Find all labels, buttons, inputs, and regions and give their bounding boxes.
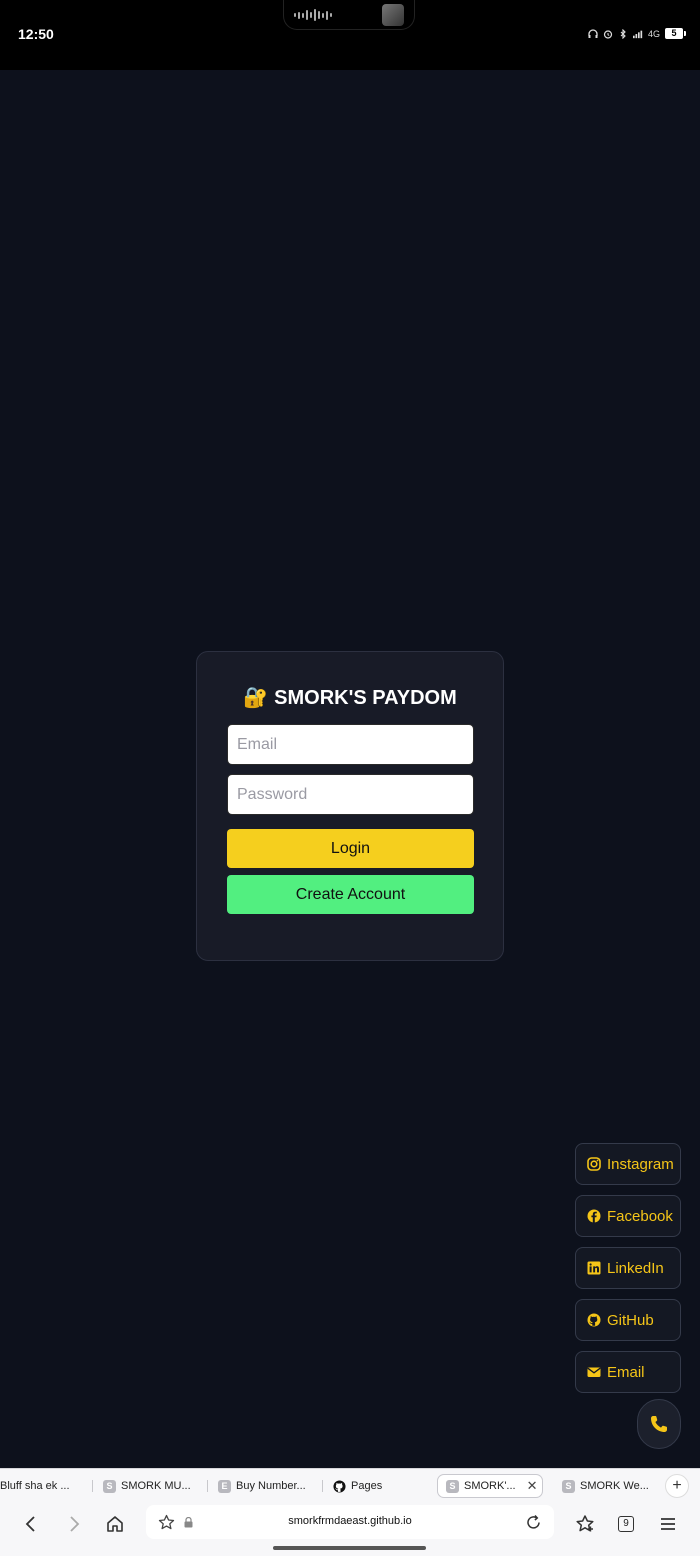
- tab-title: Buy Number...: [236, 1480, 306, 1492]
- call-button[interactable]: [637, 1399, 681, 1449]
- login-button[interactable]: Login: [227, 829, 474, 868]
- facebook-icon: [587, 1209, 601, 1223]
- instagram-link[interactable]: Instagram: [575, 1143, 681, 1185]
- back-button[interactable]: [17, 1510, 45, 1538]
- browser-tab[interactable]: S SMORK MU...: [103, 1474, 203, 1498]
- tabs-button[interactable]: 9: [612, 1510, 640, 1538]
- instagram-label: Instagram: [607, 1155, 674, 1173]
- url-bar[interactable]: smorkfrmdaeast.github.io: [146, 1505, 554, 1539]
- bluetooth-icon: [620, 28, 626, 39]
- email-link[interactable]: Email: [575, 1351, 681, 1393]
- instagram-icon: [587, 1157, 601, 1171]
- status-time: 12:50: [18, 26, 54, 42]
- site-favicon: S: [562, 1479, 575, 1493]
- facebook-link[interactable]: Facebook: [575, 1195, 681, 1237]
- close-tab-icon[interactable]: ✕: [527, 1478, 538, 1494]
- linkedin-link[interactable]: LinkedIn: [575, 1247, 681, 1289]
- bookmarks-button[interactable]: [571, 1510, 599, 1538]
- status-bar: 12:50 4G 5: [0, 0, 700, 70]
- browser-tab[interactable]: S SMORK We...: [562, 1474, 658, 1498]
- menu-button[interactable]: [654, 1510, 682, 1538]
- facebook-label: Facebook: [607, 1207, 673, 1225]
- email-label: Email: [607, 1363, 645, 1381]
- tab-title: SMORK'...: [464, 1480, 516, 1492]
- browser-tab[interactable]: E Buy Number...: [218, 1474, 318, 1498]
- mail-icon: [587, 1367, 601, 1377]
- browser-tab-strip: Bluff sha ek ... S SMORK MU... E Buy Num…: [0, 1468, 700, 1502]
- reload-icon[interactable]: [525, 1514, 542, 1531]
- url-text: smorkfrmdaeast.github.io: [288, 1515, 412, 1527]
- github-icon: [333, 1479, 346, 1493]
- browser-tab[interactable]: Bluff sha ek ...: [0, 1474, 80, 1498]
- login-title: 🔐 SMORK'S PAYDOM: [197, 685, 503, 710]
- forward-button[interactable]: [60, 1510, 88, 1538]
- signal-icon: [632, 30, 643, 38]
- home-button[interactable]: [101, 1510, 129, 1538]
- forward-arrow-icon: [70, 1516, 80, 1532]
- login-card: 🔐SMORK'S PAYDOM Login Create Account: [196, 651, 504, 961]
- site-favicon: S: [446, 1479, 459, 1493]
- github-label: GitHub: [607, 1311, 654, 1329]
- battery-icon: 5: [665, 28, 686, 39]
- tab-title: Bluff sha ek ...: [0, 1480, 70, 1492]
- battery-level: 5: [665, 28, 683, 39]
- new-tab-button[interactable]: +: [665, 1474, 689, 1498]
- browser-toolbar: smorkfrmdaeast.github.io 9: [0, 1502, 700, 1556]
- linkedin-icon: [587, 1261, 601, 1275]
- browser-tab[interactable]: Pages: [333, 1474, 423, 1498]
- site-favicon: E: [218, 1479, 231, 1493]
- email-input[interactable]: [227, 724, 474, 765]
- tab-title: SMORK We...: [580, 1480, 649, 1492]
- menu-icon: [661, 1518, 675, 1530]
- tab-title: SMORK MU...: [121, 1480, 191, 1492]
- status-icons: 4G 5: [588, 28, 686, 39]
- browser-tab-active[interactable]: S SMORK'... ✕: [437, 1474, 543, 1498]
- headphones-icon: [588, 28, 598, 38]
- site-favicon: S: [103, 1479, 116, 1493]
- home-icon: [107, 1516, 123, 1532]
- phone-icon: [651, 1416, 667, 1432]
- audio-wave-icon: [294, 8, 332, 22]
- tab-title: Pages: [351, 1480, 383, 1492]
- gesture-bar: [273, 1546, 426, 1550]
- network-label: 4G: [647, 28, 660, 39]
- lock-icon: 🔐: [243, 687, 269, 709]
- alarm-icon: [603, 29, 613, 39]
- github-icon: [587, 1313, 601, 1327]
- media-thumbnail: [382, 4, 404, 26]
- github-link[interactable]: GitHub: [575, 1299, 681, 1341]
- bookmark-star-icon: [576, 1515, 594, 1532]
- dynamic-island: [283, 0, 415, 30]
- password-input[interactable]: [227, 774, 474, 815]
- login-title-text: SMORK'S PAYDOM: [274, 687, 457, 709]
- back-arrow-icon: [25, 1516, 35, 1532]
- linkedin-label: LinkedIn: [607, 1259, 664, 1277]
- tab-count: 9: [618, 1516, 634, 1532]
- create-account-button[interactable]: Create Account: [227, 875, 474, 914]
